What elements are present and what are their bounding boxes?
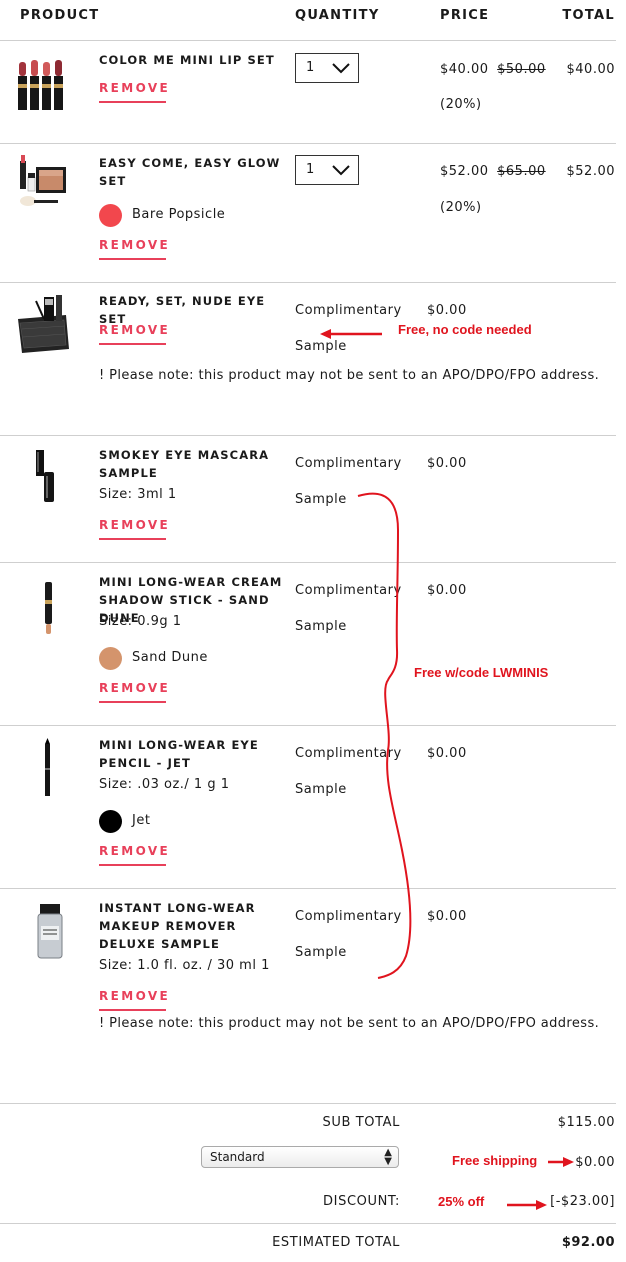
header-product: PRODUCT [20,8,100,23]
color-swatch [99,204,122,227]
shipping-method-select[interactable]: Standard ▲ ▼ [201,1146,399,1168]
annotation-discount: 25% off [438,1194,485,1209]
annotation-free-no-code: Free, no code needed [398,322,532,337]
sale-price: $52.00 [440,164,489,179]
product-name[interactable]: SMOKEY EYE MASCARA SAMPLE [99,446,294,482]
swatch-label: Sand Dune [132,650,208,665]
remove-button[interactable]: REMOVE [99,323,168,345]
swatch-label: Jet [132,813,151,828]
select-arrows-icon: ▲ ▼ [384,1147,392,1167]
remove-button[interactable]: REMOVE [99,238,168,260]
shadow-stick-image [45,582,52,634]
divider [0,1103,616,1104]
divider [0,282,616,283]
complimentary-label: Complimentary [295,456,402,471]
product-name[interactable]: EASY COME, EASY GLOW SET [99,154,294,190]
chevron-down-icon [332,165,350,176]
quantity-select[interactable]: 1 [295,53,359,83]
item-price: $0.00 [427,583,467,598]
remove-button[interactable]: REMOVE [99,844,168,866]
sale-price: $40.00 [440,62,489,77]
header-price: PRICE [440,8,490,23]
color-swatch [99,647,122,670]
makeup-remover-image [37,904,63,959]
estimated-total-value: $92.00 [561,1235,615,1250]
item-price: $0.00 [427,746,467,761]
remove-button[interactable]: REMOVE [99,681,168,703]
product-size: Size: .03 oz./ 1 g 1 [99,777,230,792]
remove-button[interactable]: REMOVE [99,518,168,540]
annotation-arrow-icon [548,1157,574,1167]
shipping-option: Standard [210,1150,265,1164]
remove-button[interactable]: REMOVE [99,989,168,1011]
divider [0,888,616,889]
product-name[interactable]: MINI LONG-WEAR EYE PENCIL - JET [99,736,294,772]
remove-button[interactable]: REMOVE [99,81,168,103]
shipping-value: $0.00 [575,1155,615,1170]
original-price: $65.00 [497,164,546,179]
sample-label: Sample [295,492,347,507]
divider [0,143,616,144]
item-total: $40.00 [566,62,615,77]
product-name[interactable]: COLOR ME MINI LIP SET [99,51,294,69]
sample-label: Sample [295,782,347,797]
glow-set-image [20,155,66,206]
divider [0,1223,616,1224]
swatch-label: Bare Popsicle [132,207,226,222]
subtotal-label: SUB TOTAL [322,1115,400,1130]
divider [0,40,616,41]
header-total: TOTAL [562,8,615,23]
quantity-select[interactable]: 1 [295,155,359,185]
complimentary-label: Complimentary [295,303,402,318]
annotation-arrow-icon [507,1200,547,1210]
product-size: Size: 3ml 1 [99,487,177,502]
original-price: $50.00 [497,62,546,77]
shipping-note: ! Please note: this product may not be s… [99,368,600,383]
estimated-total-label: ESTIMATED TOTAL [272,1235,400,1250]
color-swatch [99,810,122,833]
lip-set-image [18,60,63,110]
annotation-free-shipping: Free shipping [452,1153,538,1168]
product-size: Size: 1.0 fl. oz. / 30 ml 1 [99,958,270,973]
item-total: $52.00 [566,164,615,179]
subtotal-value: $115.00 [557,1115,615,1130]
sample-label: Sample [295,619,347,634]
annotation-arrow-icon [320,329,382,339]
divider [0,562,616,563]
sample-label: Sample [295,945,347,960]
quantity-value: 1 [306,162,315,177]
item-price: $40.00 $50.00 [440,62,546,77]
eye-pencil-image [45,738,50,796]
product-size: Size: 0.9g 1 [99,614,182,629]
annotation-free-with-code: Free w/code LWMINIS [414,665,549,680]
divider [0,725,616,726]
discount-value: [-$23.00] [550,1194,615,1209]
discount-label: DISCOUNT: [323,1194,400,1209]
quantity-value: 1 [306,60,315,75]
product-name[interactable]: INSTANT LONG-WEAR MAKEUP REMOVER DELUXE … [99,899,294,953]
item-price: $0.00 [427,303,467,318]
header-quantity: QUANTITY [295,8,380,23]
item-price: $0.00 [427,909,467,924]
chevron-down-icon [332,63,350,74]
mascara-image [36,450,54,502]
sample-label: Sample [295,339,347,354]
item-price: $0.00 [427,456,467,471]
discount-percent: (20%) [440,200,482,215]
annotation-brace-icon [357,492,412,979]
eye-set-image [18,295,69,353]
divider [0,435,616,436]
item-price: $52.00 $65.00 [440,164,546,179]
discount-percent: (20%) [440,97,482,112]
shipping-note: ! Please note: this product may not be s… [99,1016,600,1031]
